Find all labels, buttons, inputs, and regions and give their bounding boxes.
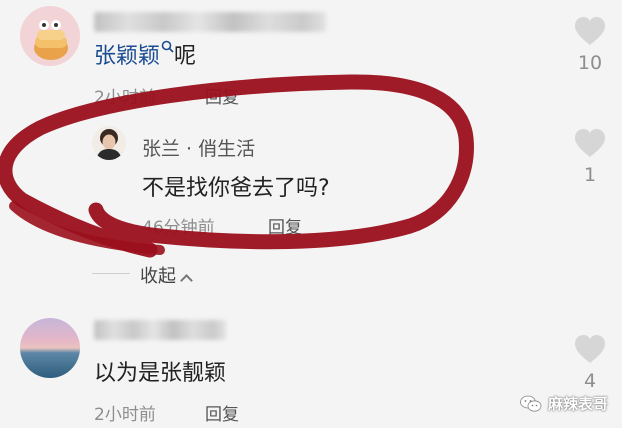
username-redacted xyxy=(94,320,226,340)
heart-icon xyxy=(575,129,605,157)
username-redacted xyxy=(94,12,326,32)
reply-author[interactable]: 张兰 · 俏生活 xyxy=(142,134,255,161)
like-button[interactable]: 10 xyxy=(570,16,610,74)
divider xyxy=(92,273,130,274)
avatar[interactable] xyxy=(20,318,80,378)
avatar[interactable] xyxy=(92,126,126,160)
collapse-button[interactable]: 收起 xyxy=(140,262,193,288)
like-button[interactable]: 1 xyxy=(570,128,610,186)
heart-icon xyxy=(575,17,605,45)
wechat-icon xyxy=(520,395,542,412)
avatar-image xyxy=(34,20,68,60)
watermark: 麻辣表哥 xyxy=(520,393,608,414)
search-icon xyxy=(161,40,174,53)
reply-text: 不是找你爸去了吗? xyxy=(142,176,330,201)
chevron-up-icon xyxy=(180,274,193,287)
comment-time: 2小时前 xyxy=(94,405,156,425)
like-count: 1 xyxy=(583,164,597,186)
collapse-label: 收起 xyxy=(140,266,176,287)
mention-link[interactable]: 张颖颖呢 xyxy=(94,38,196,70)
heart-icon xyxy=(575,335,605,363)
avatar-image xyxy=(96,129,122,160)
reply-time: 46分钟前 xyxy=(142,218,215,238)
like-button[interactable]: 4 xyxy=(570,334,610,392)
like-count: 10 xyxy=(577,52,603,74)
avatar[interactable] xyxy=(20,6,80,66)
mention-name[interactable]: 张颖颖 xyxy=(94,44,160,69)
comment-text: 呢 xyxy=(174,44,197,69)
like-count: 4 xyxy=(583,370,597,392)
comment-time: 2小时前 xyxy=(94,88,156,108)
comment-text: 以为是张靓颖 xyxy=(94,361,227,386)
reply-button[interactable]: 回复 xyxy=(205,400,239,425)
reply-button[interactable]: 回复 xyxy=(268,213,302,238)
reply-button[interactable]: 回复 xyxy=(205,83,239,108)
watermark-text: 麻辣表哥 xyxy=(547,395,608,413)
